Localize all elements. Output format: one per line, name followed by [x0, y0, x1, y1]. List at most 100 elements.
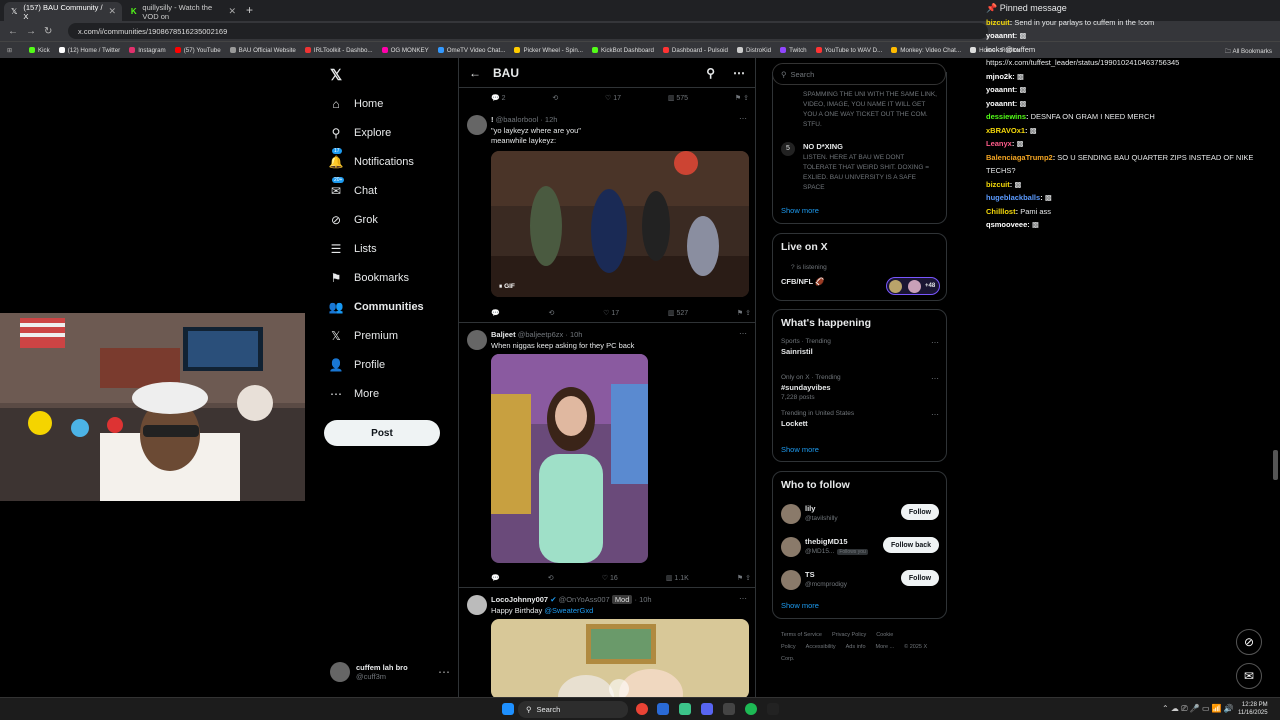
bookmark-item[interactable]: DistroKid — [736, 47, 771, 54]
chat-username[interactable]: dessiewins — [986, 112, 1026, 121]
nav-item-communities[interactable]: 👥 Communities — [328, 292, 458, 321]
bookmark-item[interactable]: Kick — [29, 47, 50, 54]
kick-app-icon[interactable] — [767, 703, 779, 715]
repost-button[interactable]: ⟲ — [548, 574, 554, 582]
reload-icon[interactable]: ↻ — [44, 26, 54, 37]
scrollbar-thumb[interactable] — [1273, 450, 1278, 480]
back-arrow-icon[interactable]: ← — [469, 66, 481, 80]
more-icon[interactable]: ⋯ — [931, 374, 939, 383]
nav-item-chat[interactable]: ✉ 20+ Chat — [328, 176, 458, 205]
close-tab-icon[interactable]: ✕ — [228, 6, 236, 17]
tweet[interactable]: ! @baalorbool · 12h ⋯ "yo laykeyz where … — [459, 108, 755, 323]
new-tab-button[interactable]: + — [246, 3, 253, 17]
bookmark-item[interactable]: YouTube to WAV D... — [815, 47, 882, 54]
bookmark-button[interactable]: ⚑ ⇪ — [735, 94, 749, 102]
show-more-link[interactable]: Show more — [781, 601, 819, 610]
clock[interactable]: 12:28 PM 11/16/2025 — [1238, 701, 1268, 717]
forward-icon[interactable]: → — [26, 26, 36, 37]
repost-button[interactable]: ⟲ — [548, 309, 554, 317]
steam-icon[interactable] — [657, 703, 669, 715]
discord-icon[interactable] — [701, 703, 713, 715]
trend-item[interactable]: Only on X · Trending #sundayvibes 7,228 po… — [781, 374, 939, 401]
account-switcher[interactable]: cuffem lah bro @cuff3m ⋯ — [330, 662, 450, 682]
bookmark-item[interactable]: Instagram — [129, 47, 166, 54]
nav-item-home[interactable]: ⌂ Home — [328, 89, 458, 118]
bookmark-item[interactable]: Picker Wheel - Spin... — [514, 47, 583, 54]
follow-suggestion[interactable]: lily @tavilshilly Follow — [781, 502, 939, 526]
reply-button[interactable]: 💬 — [491, 309, 500, 317]
show-more-link[interactable]: Show more — [781, 445, 819, 454]
nav-item-notifications[interactable]: 🔔 17 Notifications — [328, 147, 458, 176]
bookmark-item[interactable]: KickBot Dashboard — [591, 47, 654, 54]
like-button[interactable]: ♡ 17 — [605, 94, 621, 102]
trend-item[interactable]: Sports · Trending Sainristil ⋯ — [781, 338, 939, 356]
apps-icon[interactable]: ⊞ — [7, 47, 19, 54]
search-icon[interactable]: ⚲ — [706, 66, 715, 80]
show-more-link[interactable]: Show more — [781, 206, 819, 215]
bookmark-item[interactable]: (57) YouTube — [174, 47, 221, 54]
windows-start-icon[interactable] — [502, 703, 514, 715]
bookmark-button[interactable]: ⚑ ⇪ — [737, 309, 751, 317]
chat-username[interactable]: xBRAVOx1 — [986, 126, 1025, 135]
footer-link[interactable]: Accessibility — [806, 644, 836, 650]
space-participants[interactable]: +48 — [886, 277, 940, 295]
footer-link[interactable]: Privacy Policy — [832, 632, 866, 638]
pause-icon[interactable]: ⏸ — [499, 283, 502, 290]
post-button[interactable]: Post — [324, 420, 440, 446]
chat-username[interactable]: BalenciagaTrump2 — [986, 153, 1053, 162]
app-icon[interactable] — [679, 703, 691, 715]
url-field[interactable]: x.com/i/communities/1908678516235002169 — [68, 23, 988, 39]
more-icon[interactable]: ⋯ — [739, 594, 747, 603]
chat-username[interactable]: mjno2k — [986, 72, 1012, 81]
image-media[interactable] — [491, 354, 648, 563]
nav-item-explore[interactable]: ⚲ Explore — [328, 118, 458, 147]
more-icon[interactable]: ⋯ — [438, 665, 450, 679]
bookmark-item[interactable]: Twitch — [780, 47, 807, 54]
nav-item-profile[interactable]: 👤 Profile — [328, 350, 458, 379]
back-icon[interactable]: ← — [8, 26, 18, 37]
bookmark-item[interactable]: Monkey: Video Chat... — [891, 47, 961, 54]
footer-link[interactable]: More ... — [876, 644, 895, 650]
bookmark-button[interactable]: ⚑ ⇪ — [737, 574, 751, 582]
bookmark-item[interactable]: (12) Home / Twitter — [58, 47, 120, 54]
chat-username[interactable]: yoaannt — [986, 31, 1015, 40]
chat-username[interactable]: yoaannt — [986, 85, 1015, 94]
chat-username[interactable]: Chilllost — [986, 207, 1016, 216]
nav-item-grok[interactable]: ⊘ Grok — [328, 205, 458, 234]
more-icon[interactable]: ⋯ — [931, 410, 939, 419]
like-button[interactable]: ♡ 16 — [602, 574, 618, 582]
space-title[interactable]: CFB/NFL 🏈 — [781, 277, 824, 286]
spotify-icon[interactable] — [745, 703, 757, 715]
chat-username[interactable]: qsmooveee — [986, 220, 1027, 229]
taskbar-search[interactable]: ⚲ Search — [518, 701, 628, 718]
views-button[interactable]: ▥ 575 — [668, 94, 688, 102]
more-icon[interactable]: ⋯ — [739, 114, 747, 123]
bookmark-item[interactable]: BAU Official Website — [229, 47, 296, 54]
like-button[interactable]: ♡ 17 — [603, 309, 619, 317]
nav-item-premium[interactable]: 𝕏 Premium — [328, 321, 458, 350]
views-button[interactable]: ▥ 1.1K — [666, 574, 689, 582]
reply-button[interactable]: 💬 — [491, 574, 500, 582]
browser-tab[interactable]: Kquillysilly - Watch the VOD on ✕ — [124, 2, 242, 21]
more-icon[interactable]: ⋯ — [931, 338, 939, 347]
bookmark-item[interactable]: IRLToolkit - Dashbo... — [304, 47, 373, 54]
follow-suggestion[interactable]: thebigMD15 @MD15... Follows you Follow back — [781, 535, 939, 559]
gif-media[interactable]: ⏸ GIF — [491, 151, 749, 297]
reply-button[interactable]: 💬 2 — [491, 94, 506, 102]
footer-link[interactable]: Ads info — [846, 644, 866, 650]
nav-item-more[interactable]: ⋯ More — [328, 379, 458, 408]
footer-link[interactable]: Terms of Service — [781, 632, 822, 638]
system-tray-icons[interactable]: ⌃ ☁ ⎚ 🎤 ▭ 📶 🔊 — [1162, 704, 1234, 714]
bookmark-item[interactable]: OmeTV Video Chat... — [437, 47, 505, 54]
follow-button[interactable]: Follow — [901, 570, 939, 586]
chat-username[interactable]: yoaannt — [986, 99, 1015, 108]
x-logo-icon[interactable]: 𝕏 — [330, 66, 342, 84]
bookmark-item[interactable]: Dashboard - Pulsoid — [662, 47, 728, 54]
mention-link[interactable]: @SweaterGxd — [544, 606, 593, 615]
tweet[interactable]: LocoJohnny007 ✔ @OnYoAss007 Mod · 10h ⋯ … — [459, 588, 755, 698]
chat-username[interactable]: hugeblackballs — [986, 193, 1040, 202]
bookmark-item[interactable]: OG MONKEY — [381, 47, 429, 54]
chrome-icon[interactable] — [636, 703, 648, 715]
chat-username[interactable]: bizcuit — [986, 180, 1010, 189]
nav-item-lists[interactable]: ☰ Lists — [328, 234, 458, 263]
